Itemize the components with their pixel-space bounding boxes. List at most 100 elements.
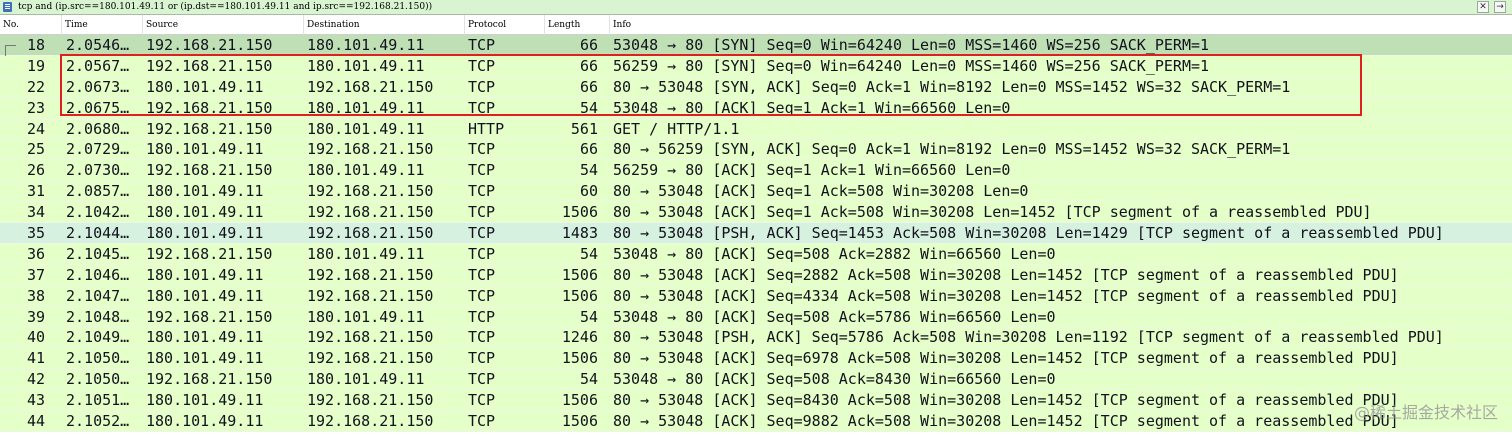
- packet-protocol: TCP: [468, 244, 496, 263]
- packet-list: 18 2.0546… 192.168.21.150 180.101.49.11 TCP 6…: [0, 35, 1512, 432]
- packet-source: 180.101.49.11: [146, 412, 264, 431]
- packet-destination: 192.168.21.150: [307, 224, 434, 243]
- packet-protocol: TCP: [468, 56, 496, 75]
- packet-info: 80 → 56259 [SYN, ACK] Seq=0 Ack=1 Win=81…: [613, 140, 1291, 159]
- packet-protocol: TCP: [468, 161, 496, 180]
- packet-row[interactable]: 22 2.0673… 180.101.49.11 192.168.21.150 TCP 6…: [0, 76, 1512, 98]
- packet-row[interactable]: 19 2.0567… 192.168.21.150 180.101.49.11 TCP 6…: [0, 55, 1512, 77]
- packet-source: 192.168.21.150: [146, 307, 273, 326]
- column-header-no[interactable]: No.: [0, 15, 62, 35]
- packet-row[interactable]: 44 2.1052… 180.101.49.11 192.168.21.150 TCP 1…: [0, 411, 1512, 432]
- packet-length: 1506: [561, 265, 598, 284]
- packet-row[interactable]: 43 2.1051… 180.101.49.11 192.168.21.150 TCP 1…: [0, 390, 1512, 412]
- packet-info: GET / HTTP/1.1: [613, 119, 740, 138]
- packet-length: 54: [579, 161, 598, 180]
- packet-source: 192.168.21.150: [146, 161, 273, 180]
- apply-filter-button[interactable]: →: [1494, 1, 1506, 13]
- packet-destination: 180.101.49.11: [307, 307, 425, 326]
- packet-length: 66: [579, 56, 598, 75]
- packet-info: 53048 → 80 [SYN] Seq=0 Win=64240 Len=0 M…: [613, 36, 1210, 54]
- packet-length: 1506: [561, 349, 598, 368]
- column-header-time[interactable]: Time: [62, 15, 143, 35]
- packet-info: 53048 → 80 [ACK] Seq=508 Ack=5786 Win=66…: [613, 307, 1056, 326]
- packet-row[interactable]: 23 2.0675… 192.168.21.150 180.101.49.11 TCP 5…: [0, 97, 1512, 119]
- packet-row[interactable]: 24 2.0680… 192.168.21.150 180.101.49.11 HTTP…: [0, 118, 1512, 140]
- packet-source: 192.168.21.150: [146, 36, 273, 54]
- packet-source: 180.101.49.11: [146, 265, 264, 284]
- packet-protocol: TCP: [468, 140, 496, 159]
- packet-row[interactable]: 34 2.1042… 180.101.49.11 192.168.21.150 TCP 1…: [0, 202, 1512, 224]
- packet-list-header: No. Time Source Destination Protocol Len…: [0, 15, 1512, 35]
- packet-row[interactable]: 39 2.1048… 192.168.21.150 180.101.49.11 TCP 5…: [0, 306, 1512, 328]
- packet-protocol: TCP: [468, 182, 496, 201]
- column-header-protocol[interactable]: Protocol: [465, 15, 545, 35]
- packet-time: 2.1050…: [66, 370, 130, 389]
- packet-destination: 180.101.49.11: [307, 119, 425, 138]
- packet-number: 35: [26, 224, 45, 243]
- column-header-length[interactable]: Length: [545, 15, 610, 35]
- packet-source: 192.168.21.150: [146, 98, 273, 117]
- packet-protocol: TCP: [468, 77, 496, 96]
- packet-info: 80 → 53048 [ACK] Seq=1 Ack=508 Win=30208…: [613, 182, 1029, 201]
- packet-destination: 192.168.21.150: [307, 203, 434, 222]
- packet-destination: 192.168.21.150: [307, 391, 434, 410]
- packet-protocol: TCP: [468, 307, 496, 326]
- packet-number: 34: [26, 203, 45, 222]
- packet-row[interactable]: 38 2.1047… 180.101.49.11 192.168.21.150 TCP 1…: [0, 285, 1512, 307]
- packet-protocol: TCP: [468, 265, 496, 284]
- packet-destination: 192.168.21.150: [307, 286, 434, 305]
- packet-row[interactable]: 35 2.1044… 180.101.49.11 192.168.21.150 TCP 1…: [0, 223, 1512, 244]
- packet-time: 2.0673…: [66, 77, 130, 96]
- packet-length: 1246: [561, 328, 598, 347]
- packet-protocol: TCP: [468, 328, 496, 347]
- packet-info: 56259 → 80 [ACK] Seq=1 Ack=1 Win=66560 L…: [613, 161, 1011, 180]
- packet-row[interactable]: 42 2.1050… 192.168.21.150 180.101.49.11 TCP 5…: [0, 369, 1512, 391]
- packet-length: 54: [579, 98, 598, 117]
- packet-destination: 180.101.49.11: [307, 370, 425, 389]
- packet-time: 2.1047…: [66, 286, 130, 305]
- packet-protocol: TCP: [468, 224, 496, 243]
- packet-row[interactable]: 40 2.1049… 180.101.49.11 192.168.21.150 TCP 1…: [0, 327, 1512, 349]
- clear-filter-button[interactable]: ✕: [1477, 1, 1489, 13]
- packet-row[interactable]: 26 2.0730… 192.168.21.150 180.101.49.11 TCP 5…: [0, 160, 1512, 182]
- packet-length: 60: [579, 182, 598, 201]
- packet-number: 39: [26, 307, 45, 326]
- packet-row[interactable]: 41 2.1050… 180.101.49.11 192.168.21.150 TCP 1…: [0, 348, 1512, 370]
- packet-number: 44: [26, 412, 45, 431]
- packet-number: 22: [26, 77, 45, 96]
- packet-destination: 192.168.21.150: [307, 349, 434, 368]
- packet-source: 180.101.49.11: [146, 140, 264, 159]
- packet-row[interactable]: 37 2.1046… 180.101.49.11 192.168.21.150 TCP 1…: [0, 264, 1512, 286]
- packet-row[interactable]: 36 2.1045… 192.168.21.150 180.101.49.11 TCP 5…: [0, 243, 1512, 265]
- display-filter-input[interactable]: tcp and (ip.src==180.101.49.11 or (ip.ds…: [18, 0, 432, 15]
- packet-time: 2.0857…: [66, 182, 130, 201]
- packet-number: 43: [26, 391, 45, 410]
- packet-length: 54: [579, 307, 598, 326]
- packet-row[interactable]: 25 2.0729… 180.101.49.11 192.168.21.150 TCP 6…: [0, 139, 1512, 161]
- bookmark-filter-icon[interactable]: [3, 2, 12, 12]
- column-header-destination[interactable]: Destination: [304, 15, 465, 35]
- packet-source: 180.101.49.11: [146, 224, 264, 243]
- packet-length: 1506: [561, 412, 598, 431]
- packet-time: 2.1049…: [66, 328, 130, 347]
- display-filter-bar[interactable]: tcp and (ip.src==180.101.49.11 or (ip.ds…: [0, 0, 1512, 15]
- packet-source: 192.168.21.150: [146, 56, 273, 75]
- packet-time: 2.0729…: [66, 140, 130, 159]
- watermark: @稀土掘金技术社区: [1353, 403, 1498, 422]
- packet-time: 2.1046…: [66, 265, 130, 284]
- packet-source: 180.101.49.11: [146, 349, 264, 368]
- packet-number: 26: [26, 161, 45, 180]
- packet-source: 192.168.21.150: [146, 244, 273, 263]
- packet-row[interactable]: 18 2.0546… 192.168.21.150 180.101.49.11 TCP 6…: [0, 35, 1512, 56]
- packet-length: 66: [579, 140, 598, 159]
- packet-source: 180.101.49.11: [146, 328, 264, 347]
- packet-number: 23: [26, 98, 45, 117]
- packet-row[interactable]: 31 2.0857… 180.101.49.11 192.168.21.150 TCP 6…: [0, 181, 1512, 203]
- packet-number: 37: [26, 265, 45, 284]
- packet-time: 2.0546…: [66, 36, 130, 54]
- column-header-source[interactable]: Source: [143, 15, 304, 35]
- column-header-info[interactable]: Info: [610, 15, 1512, 35]
- packet-number: 25: [26, 140, 45, 159]
- packet-destination: 180.101.49.11: [307, 98, 425, 117]
- packet-number: 42: [26, 370, 45, 389]
